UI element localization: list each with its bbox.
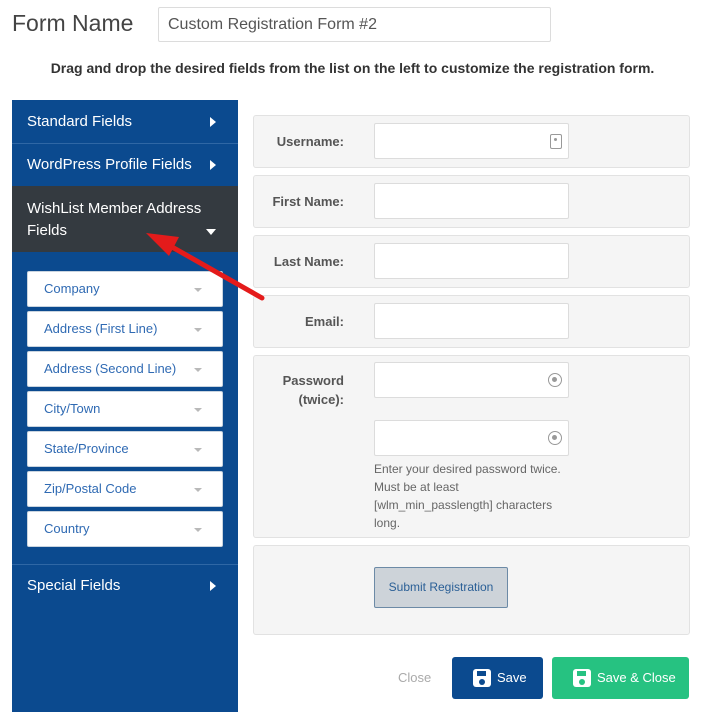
red-arrow-annotation — [146, 233, 265, 301]
